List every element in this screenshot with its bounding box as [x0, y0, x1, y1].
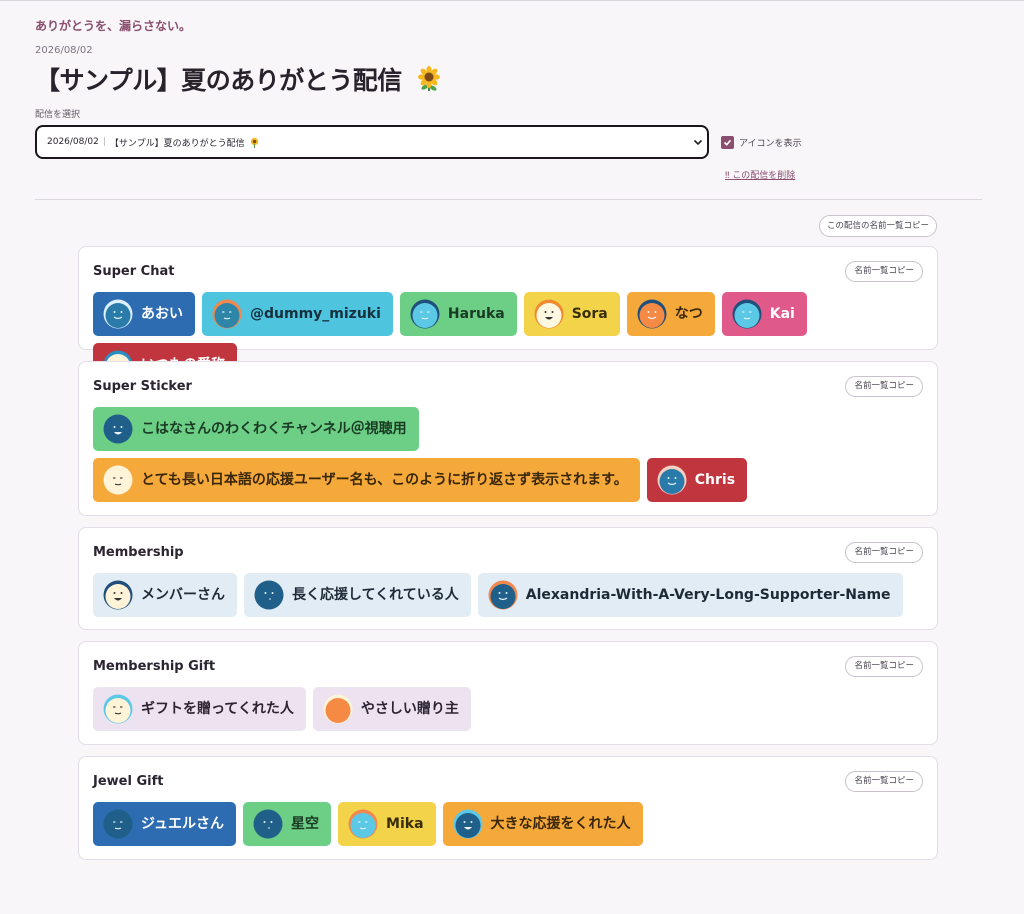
copy-names-button[interactable]: 名前一覧コピー	[845, 376, 923, 397]
check-icon	[723, 139, 732, 146]
supporter-chip[interactable]: Chris	[646, 458, 748, 502]
avatar-icon	[410, 299, 440, 329]
section-card: Membership Gift 名前一覧コピーギフトを贈ってくれた人 やさしい贈り主	[78, 641, 938, 745]
copy-names-button[interactable]: 名前一覧コピー	[845, 261, 923, 282]
supporter-name: Alexandria-With-A-Very-Long-Supporter-Na…	[525, 587, 891, 603]
top-border	[0, 0, 1024, 1]
select-date: 2026/08/02	[47, 137, 99, 147]
app-tagline: ありがとうを、漏らさない。	[35, 19, 192, 33]
supporter-chip[interactable]: 星空	[243, 802, 332, 846]
copy-names-button[interactable]: 名前一覧コピー	[845, 656, 923, 677]
supporter-chip[interactable]: Mika	[338, 802, 436, 846]
section-card: Jewel Gift 名前一覧コピージュエルさん 星空 Mika 大きな応援をくれた人	[78, 756, 938, 860]
section-card: Membership 名前一覧コピーメンバーさん 長く応援してくれている人 Alexa…	[78, 527, 938, 630]
supporter-name: 星空	[291, 816, 320, 832]
show-icons-label: アイコンを表示	[739, 138, 802, 149]
avatar-icon	[103, 694, 133, 724]
avatar-icon	[534, 299, 564, 329]
select-label: 配信を選択	[35, 110, 81, 120]
section-card: Super Chat 名前一覧コピーあおい @dummy_mizuki Haruka S…	[78, 246, 938, 387]
supporter-chip[interactable]: @dummy_mizuki	[202, 292, 393, 336]
copy-names-button[interactable]: 名前一覧コピー	[845, 771, 923, 792]
avatar-icon	[254, 580, 284, 610]
supporter-list: メンバーさん 長く応援してくれている人 Alexandria-With-A-Very…	[93, 573, 923, 617]
title-row: 【サンプル】夏のありがとう配信	[35, 63, 985, 95]
supporter-chip[interactable]: メンバーさん	[93, 573, 237, 617]
supporter-chip[interactable]: なつ	[626, 292, 715, 336]
chevron-down-icon	[693, 139, 703, 146]
supporter-list: ジュエルさん 星空 Mika 大きな応援をくれた人	[93, 802, 923, 846]
supporter-chip[interactable]: 大きな応援をくれた人	[442, 802, 643, 846]
supporter-list: こはなさんのわくわくチャンネル＠視聴用とても長い日本語の応援ユーザー名も、このよ…	[93, 407, 923, 502]
avatar-icon	[732, 299, 762, 329]
section-title: Membership Gift	[93, 659, 216, 674]
supporter-name: 長く応援してくれている人	[292, 587, 459, 603]
stream-select[interactable]: 2026/08/02 | 【サンプル】夏のありがとう配信	[35, 125, 709, 159]
page-header: ありがとうを、漏らさない。 2026/08/02 【サンプル】夏のありがとう配信…	[35, 18, 985, 181]
supporter-chip[interactable]: Alexandria-With-A-Very-Long-Supporter-Na…	[477, 573, 903, 617]
supporter-chip[interactable]: あおい	[93, 292, 195, 336]
avatar-icon	[453, 809, 483, 839]
supporter-name: なつ	[674, 306, 703, 322]
select-row: 2026/08/02 | 【サンプル】夏のありがとう配信 アイコンを表示	[35, 125, 985, 159]
select-title: 【サンプル】夏のありがとう配信	[109, 138, 245, 149]
supporter-name: ジュエルさん	[141, 816, 225, 832]
select-separator: |	[102, 137, 106, 147]
delete-label: この配信を削除	[732, 171, 796, 181]
supporter-name: Chris	[694, 472, 736, 488]
supporter-name: ギフトを贈ってくれた人	[141, 701, 294, 717]
avatar-icon	[103, 465, 133, 495]
avatar-icon	[103, 809, 133, 839]
section-card: Super Sticker 名前一覧コピーこはなさんのわくわくチャンネル＠視聴用と…	[78, 361, 938, 516]
supporter-chip[interactable]: Haruka	[399, 292, 517, 336]
avatar-icon	[637, 299, 667, 329]
section-title: Super Sticker	[93, 379, 192, 394]
supporter-name: Haruka	[447, 306, 505, 322]
supporter-chip[interactable]: こはなさんのわくわくチャンネル＠視聴用	[93, 407, 419, 451]
header-divider	[35, 199, 982, 200]
delete-stream-link[interactable]: ‼ この配信を削除	[725, 168, 795, 181]
avatar-icon	[212, 299, 242, 329]
avatar-icon	[348, 809, 378, 839]
show-icons-checkbox[interactable]	[721, 135, 734, 149]
supporter-chip[interactable]: Sora	[523, 292, 620, 336]
supporter-chip[interactable]: ギフトを贈ってくれた人	[93, 687, 306, 731]
supporter-name: こはなさんのわくわくチャンネル＠視聴用	[141, 421, 407, 437]
copy-all-names-button[interactable]: この配信の名前一覧コピー	[819, 215, 938, 237]
supporter-name: 大きな応援をくれた人	[490, 816, 631, 832]
copy-names-button[interactable]: 名前一覧コピー	[845, 542, 923, 563]
supporter-chip[interactable]: Kai	[721, 292, 807, 336]
supporter-name: Kai	[769, 306, 795, 322]
show-icons-toggle[interactable]: アイコンを表示	[721, 135, 802, 149]
supporter-chip[interactable]: とても長い日本語の応援ユーザー名も、このように折り返さず表示されます。	[93, 458, 640, 502]
supporter-name: Mika	[386, 816, 424, 832]
supporter-list: ギフトを贈ってくれた人 やさしい贈り主	[93, 687, 923, 731]
avatar-icon	[103, 414, 133, 444]
section-title: Super Chat	[93, 264, 175, 279]
supporter-name: @dummy_mizuki	[250, 306, 381, 322]
avatar-icon	[323, 694, 353, 724]
supporter-chip[interactable]: 長く応援してくれている人	[244, 573, 471, 617]
page-title: 【サンプル】夏のありがとう配信	[35, 66, 402, 95]
sunflower-icon	[250, 137, 258, 148]
supporter-name: やさしい贈り主	[360, 701, 459, 717]
supporter-name: メンバーさん	[141, 587, 225, 603]
section-title: Membership	[93, 545, 184, 560]
avatar-icon	[103, 299, 133, 329]
avatar-icon	[103, 580, 133, 610]
supporter-chip[interactable]: やさしい贈り主	[312, 687, 471, 731]
supporter-name: あおい	[141, 306, 183, 322]
avatar-icon	[657, 465, 687, 495]
supporter-name: Sora	[571, 306, 608, 322]
supporter-chip[interactable]: ジュエルさん	[93, 802, 237, 846]
section-title: Jewel Gift	[93, 774, 164, 789]
sunflower-icon	[417, 66, 440, 91]
avatar-icon	[253, 809, 283, 839]
avatar-icon	[488, 580, 518, 610]
stream-date: 2026/08/02	[35, 45, 93, 56]
supporter-name: とても長い日本語の応援ユーザー名も、このように折り返さず表示されます。	[141, 472, 628, 488]
